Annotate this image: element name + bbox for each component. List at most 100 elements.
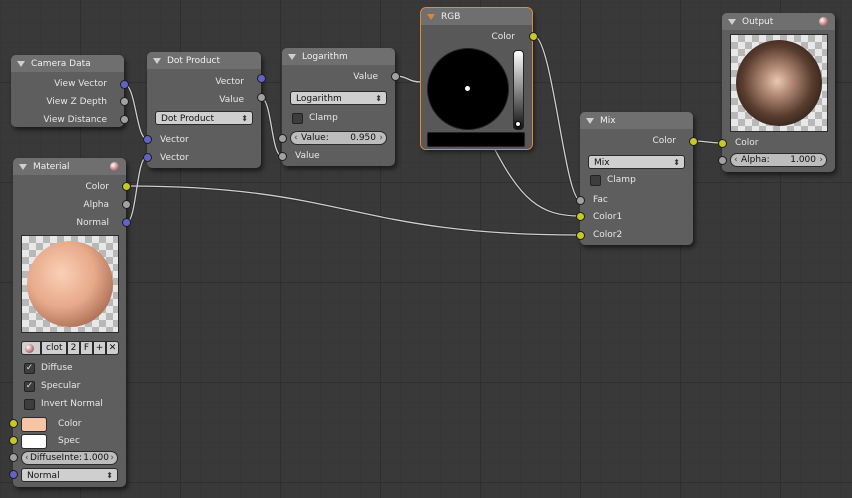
color-input-label: Color (58, 419, 82, 429)
new-material-icon[interactable]: + (93, 341, 106, 355)
socket-alpha-out[interactable] (122, 200, 131, 209)
collapse-triangle-icon[interactable] (728, 18, 736, 25)
operation-value: Dot Product (161, 114, 214, 124)
socket-view-vector[interactable] (120, 80, 129, 89)
field-label: Value: (301, 133, 329, 143)
value-field[interactable]: Value: 0.950 (290, 131, 387, 145)
normal-value: Normal (27, 471, 60, 481)
logarithm-header[interactable]: Logarithm (282, 48, 395, 65)
socket-color-out[interactable] (529, 32, 538, 41)
socket-color2-in[interactable] (576, 231, 585, 240)
socket-color-in[interactable] (718, 139, 727, 148)
clamp-checkbox[interactable] (292, 113, 303, 124)
input-label: Vector (160, 135, 189, 145)
operation-dropdown[interactable]: Logarithm ⬍ (290, 91, 387, 105)
socket-value-out[interactable] (391, 72, 400, 81)
diffuse-label: Diffuse (41, 363, 73, 373)
node-title: Output (742, 16, 774, 27)
output-node[interactable]: Output Color Alpha: 1.000 (722, 13, 835, 172)
output-label: Alpha (83, 200, 109, 210)
collapse-triangle-icon[interactable] (288, 53, 296, 60)
normal-dropdown[interactable]: Normal ⬍ (21, 468, 118, 482)
clamp-label: Clamp (309, 113, 338, 123)
preview-sphere (27, 241, 113, 327)
diffuse-intensity-field[interactable]: DiffuseInte:1.000 (21, 451, 118, 465)
spec-swatch[interactable] (21, 434, 47, 449)
collapse-triangle-icon[interactable] (586, 117, 594, 124)
socket-view-z-depth[interactable] (120, 97, 129, 106)
socket-color1-in[interactable] (576, 212, 585, 221)
mix-header[interactable]: Mix (580, 112, 693, 129)
socket-fac-in[interactable] (576, 196, 585, 205)
socket-normal-out[interactable] (122, 218, 131, 227)
value-slider-handle[interactable] (515, 121, 521, 127)
material-browse-button[interactable] (21, 341, 41, 355)
color-wheel-cursor[interactable] (465, 86, 470, 91)
camera-data-header[interactable]: Camera Data (11, 55, 124, 72)
invert-normal-label: Invert Normal (41, 399, 103, 409)
socket-value-out[interactable] (257, 93, 266, 102)
dropdown-arrow-icon: ⬍ (106, 471, 113, 480)
material-preview (21, 235, 119, 333)
material-preview-icon[interactable] (819, 17, 828, 26)
material-preview-icon[interactable] (110, 162, 119, 171)
collapse-triangle-icon[interactable] (427, 13, 435, 20)
specular-checkbox[interactable]: ✓ (24, 381, 35, 392)
rgb-header[interactable]: RGB (421, 8, 532, 25)
dot-product-header[interactable]: Dot Product (147, 52, 261, 69)
operation-dropdown[interactable]: Dot Product ⬍ (155, 111, 253, 125)
output-label: Color (652, 136, 677, 146)
preview-sphere (736, 40, 822, 126)
link-rgb-mixfac (533, 34, 581, 202)
alpha-field[interactable]: Alpha: 1.000 (730, 153, 827, 167)
input-label: Fac (593, 195, 608, 205)
socket-value-in-b[interactable] (278, 152, 287, 161)
rgb-node[interactable]: RGB Color (420, 7, 533, 150)
invert-normal-checkbox[interactable] (24, 399, 35, 410)
diffuse-checkbox[interactable]: ✓ (24, 363, 35, 374)
output-label: Value (219, 95, 244, 105)
dot-product-node[interactable]: Dot Product Vector Value Dot Product ⬍ Ve… (147, 52, 261, 168)
datablock-row: clot 2 F + ✕ (21, 341, 119, 355)
socket-color-out[interactable] (689, 137, 698, 146)
node-title: Material (33, 161, 70, 172)
socket-vector-in-1[interactable] (143, 135, 152, 144)
node-title: RGB (441, 11, 461, 22)
socket-alpha-in[interactable] (718, 156, 727, 165)
input-label: Vector (160, 153, 189, 163)
collapse-triangle-icon[interactable] (153, 57, 161, 64)
unlink-close-icon[interactable]: ✕ (106, 341, 119, 355)
color-swatch[interactable] (21, 417, 47, 432)
blend-mode-dropdown[interactable]: Mix ⬍ (588, 155, 685, 169)
mix-node[interactable]: Mix Color Mix ⬍ Clamp Fac Color1 Color2 (580, 112, 693, 245)
spec-input-label: Spec (58, 436, 80, 446)
socket-spec-in[interactable] (9, 436, 18, 445)
socket-color-in[interactable] (9, 419, 18, 428)
material-node[interactable]: Material Color Alpha Normal clot 2 F + ✕… (13, 158, 126, 487)
field-label: Alpha: (741, 155, 770, 165)
clamp-checkbox[interactable] (590, 175, 601, 186)
node-title: Camera Data (31, 58, 91, 69)
socket-diffuse-intensity-in[interactable] (9, 453, 18, 462)
socket-normal-in[interactable] (9, 470, 18, 479)
socket-value-in-a[interactable] (278, 134, 287, 143)
color-swatch[interactable] (427, 132, 525, 147)
user-count-button[interactable]: 2 (67, 341, 80, 355)
fake-user-button[interactable]: F (80, 341, 93, 355)
socket-color-out[interactable] (122, 182, 131, 191)
output-label: Value (353, 72, 378, 82)
input-label: Color2 (593, 230, 623, 240)
output-label: View Z Depth (46, 97, 107, 107)
collapse-triangle-icon[interactable] (17, 60, 25, 67)
socket-view-distance[interactable] (120, 115, 129, 124)
logarithm-node[interactable]: Logarithm Value Logarithm ⬍ Clamp Value: 0… (282, 48, 395, 166)
camera-data-node[interactable]: Camera Data View Vector View Z Depth Vie… (11, 55, 124, 127)
material-name-field[interactable]: clot (41, 341, 67, 355)
link-rgb-mixcolor1 (488, 139, 581, 218)
value-slider[interactable] (513, 50, 524, 130)
collapse-triangle-icon[interactable] (19, 163, 27, 170)
socket-vector-out[interactable] (257, 74, 266, 83)
input-label: Color1 (593, 212, 623, 222)
color-wheel[interactable] (427, 48, 509, 130)
socket-vector-in-2[interactable] (143, 153, 152, 162)
